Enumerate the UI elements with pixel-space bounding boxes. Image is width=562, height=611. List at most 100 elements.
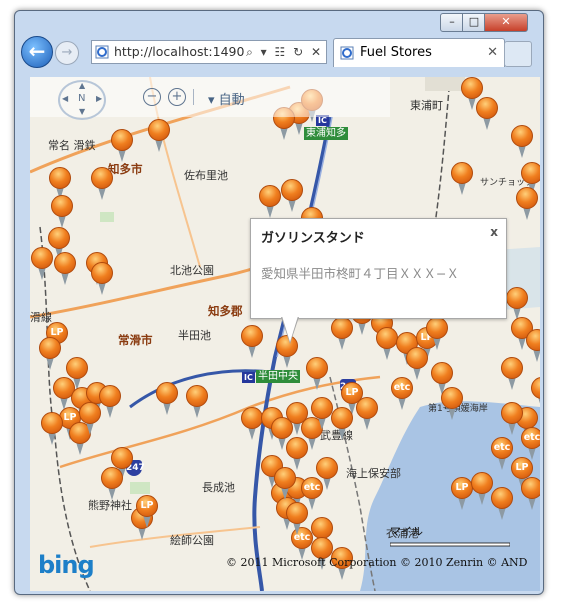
pin-marker-icon[interactable]: etc bbox=[301, 477, 323, 499]
pin-marker-icon[interactable] bbox=[516, 187, 538, 209]
arrow-down-icon[interactable]: ▼ bbox=[79, 107, 85, 116]
zoom-out-button[interactable]: − bbox=[143, 88, 161, 106]
fuel-store-pin[interactable] bbox=[500, 357, 524, 391]
address-bar[interactable]: http://localhost:1490 ⌕ ▾ ☷ ↻ ✕ bbox=[91, 40, 327, 64]
fuel-store-pin[interactable]: LP bbox=[135, 495, 159, 529]
pin-marker-icon[interactable] bbox=[491, 487, 513, 509]
pin-marker-icon[interactable]: etc bbox=[391, 377, 413, 399]
fuel-store-pin[interactable] bbox=[475, 97, 499, 131]
pin-marker-icon[interactable] bbox=[306, 357, 328, 379]
pin-marker-icon[interactable] bbox=[51, 195, 73, 217]
tab-close-icon[interactable]: ✕ bbox=[487, 39, 498, 67]
fuel-store-pin[interactable] bbox=[505, 287, 529, 321]
fuel-store-pin[interactable] bbox=[40, 412, 64, 446]
fuel-store-pin[interactable] bbox=[147, 119, 171, 153]
pin-marker-icon[interactable] bbox=[506, 287, 528, 309]
fuel-store-pin[interactable] bbox=[305, 357, 329, 391]
fuel-store-pin[interactable] bbox=[470, 472, 494, 506]
pin-marker-icon[interactable] bbox=[501, 357, 523, 379]
back-button[interactable]: ← bbox=[21, 36, 53, 68]
pin-marker-icon[interactable] bbox=[471, 472, 493, 494]
pin-marker-icon[interactable] bbox=[91, 167, 113, 189]
fuel-store-pin[interactable] bbox=[285, 502, 309, 536]
pin-marker-icon[interactable] bbox=[271, 417, 293, 439]
fuel-store-pin[interactable] bbox=[285, 437, 309, 471]
pin-marker-icon[interactable] bbox=[526, 329, 540, 351]
pin-marker-icon[interactable] bbox=[41, 412, 63, 434]
map-view[interactable]: 常名 滑鉄 知多市 佐布里池 北池公園 知多郡 滑線 常滑市 半田池 武豊線 海… bbox=[30, 77, 540, 591]
pin-marker-icon[interactable] bbox=[441, 387, 463, 409]
pin-marker-icon[interactable] bbox=[49, 167, 71, 189]
arrow-up-icon[interactable]: ▲ bbox=[79, 81, 85, 90]
fuel-store-pin[interactable] bbox=[258, 185, 282, 219]
address-url[interactable]: http://localhost:1490 bbox=[114, 41, 244, 63]
pin-marker-icon[interactable] bbox=[79, 402, 101, 424]
pin-marker-icon[interactable] bbox=[281, 179, 303, 201]
pin-marker-icon[interactable] bbox=[101, 467, 123, 489]
pin-marker-icon[interactable]: etc bbox=[491, 437, 513, 459]
pin-marker-icon[interactable] bbox=[39, 337, 61, 359]
pin-marker-icon[interactable] bbox=[461, 77, 483, 99]
fuel-store-pin[interactable] bbox=[155, 382, 179, 416]
pin-marker-icon[interactable] bbox=[431, 362, 453, 384]
fuel-store-pin[interactable] bbox=[53, 252, 77, 286]
tab-fuel-stores[interactable]: Fuel Stores ✕ bbox=[333, 38, 505, 67]
pin-marker-icon[interactable] bbox=[501, 402, 523, 424]
fuel-store-pin[interactable] bbox=[78, 402, 102, 436]
map-style-dropdown[interactable]: ▾ 自動 bbox=[208, 89, 245, 108]
compass-control[interactable]: N ▲ ▼ ◀ ▶ bbox=[58, 80, 106, 120]
address-tools[interactable]: ⌕ ▾ ☷ ↻ ✕ bbox=[246, 41, 323, 63]
pin-marker-icon[interactable] bbox=[111, 447, 133, 469]
fuel-store-pin[interactable] bbox=[38, 337, 62, 371]
arrow-left-icon[interactable]: ◀ bbox=[62, 94, 68, 103]
pin-marker-icon[interactable] bbox=[286, 437, 308, 459]
pin-marker-icon[interactable]: LP bbox=[136, 495, 158, 517]
pin-marker-icon[interactable] bbox=[426, 317, 448, 339]
pin-marker-icon[interactable] bbox=[274, 467, 296, 489]
fuel-store-pin[interactable] bbox=[425, 317, 449, 351]
popup-close-button[interactable]: x bbox=[490, 225, 498, 239]
fuel-store-pin[interactable] bbox=[185, 385, 209, 419]
fuel-store-pin[interactable] bbox=[355, 397, 379, 431]
fuel-store-pin[interactable] bbox=[405, 347, 429, 381]
fuel-store-pin[interactable] bbox=[440, 387, 464, 421]
pin-marker-icon[interactable] bbox=[91, 262, 113, 284]
pin-marker-icon[interactable] bbox=[451, 162, 473, 184]
maximize-button[interactable]: □ bbox=[462, 13, 486, 32]
fuel-store-pin[interactable] bbox=[500, 402, 524, 436]
fuel-store-pin[interactable] bbox=[273, 467, 297, 501]
pin-marker-icon[interactable] bbox=[286, 502, 308, 524]
fuel-store-pin[interactable] bbox=[330, 407, 354, 441]
pin-marker-icon[interactable] bbox=[521, 162, 540, 184]
pin-marker-icon[interactable] bbox=[316, 457, 338, 479]
pin-marker-icon[interactable] bbox=[531, 377, 540, 399]
fuel-store-pin[interactable] bbox=[100, 467, 124, 501]
minimize-button[interactable]: – bbox=[440, 13, 464, 32]
fuel-store-pin[interactable] bbox=[50, 195, 74, 229]
pin-marker-icon[interactable] bbox=[476, 97, 498, 119]
pin-marker-icon[interactable] bbox=[521, 477, 540, 499]
fuel-store-pin[interactable] bbox=[450, 162, 474, 196]
fuel-store-pin[interactable] bbox=[110, 129, 134, 163]
pin-marker-icon[interactable] bbox=[156, 382, 178, 404]
pin-marker-icon[interactable] bbox=[148, 119, 170, 141]
pin-marker-icon[interactable] bbox=[331, 407, 353, 429]
pin-marker-icon[interactable] bbox=[99, 385, 121, 407]
fuel-store-pin[interactable] bbox=[520, 477, 540, 511]
arrow-right-icon[interactable]: ▶ bbox=[96, 94, 102, 103]
pin-marker-icon[interactable]: LP bbox=[511, 457, 533, 479]
fuel-store-pin[interactable] bbox=[530, 377, 540, 411]
pin-marker-icon[interactable] bbox=[259, 185, 281, 207]
fuel-store-pin[interactable] bbox=[90, 262, 114, 296]
forward-button[interactable]: → bbox=[55, 41, 79, 65]
pin-marker-icon[interactable] bbox=[111, 129, 133, 151]
pin-marker-icon[interactable] bbox=[48, 227, 70, 249]
pin-marker-icon[interactable] bbox=[241, 325, 263, 347]
fuel-store-pin[interactable] bbox=[525, 329, 540, 363]
pin-marker-icon[interactable] bbox=[186, 385, 208, 407]
pin-marker-icon[interactable] bbox=[31, 247, 53, 269]
pin-marker-icon[interactable] bbox=[54, 252, 76, 274]
pin-marker-icon[interactable] bbox=[356, 397, 378, 419]
fuel-store-pin[interactable] bbox=[90, 167, 114, 201]
fuel-store-pin[interactable] bbox=[515, 187, 539, 221]
